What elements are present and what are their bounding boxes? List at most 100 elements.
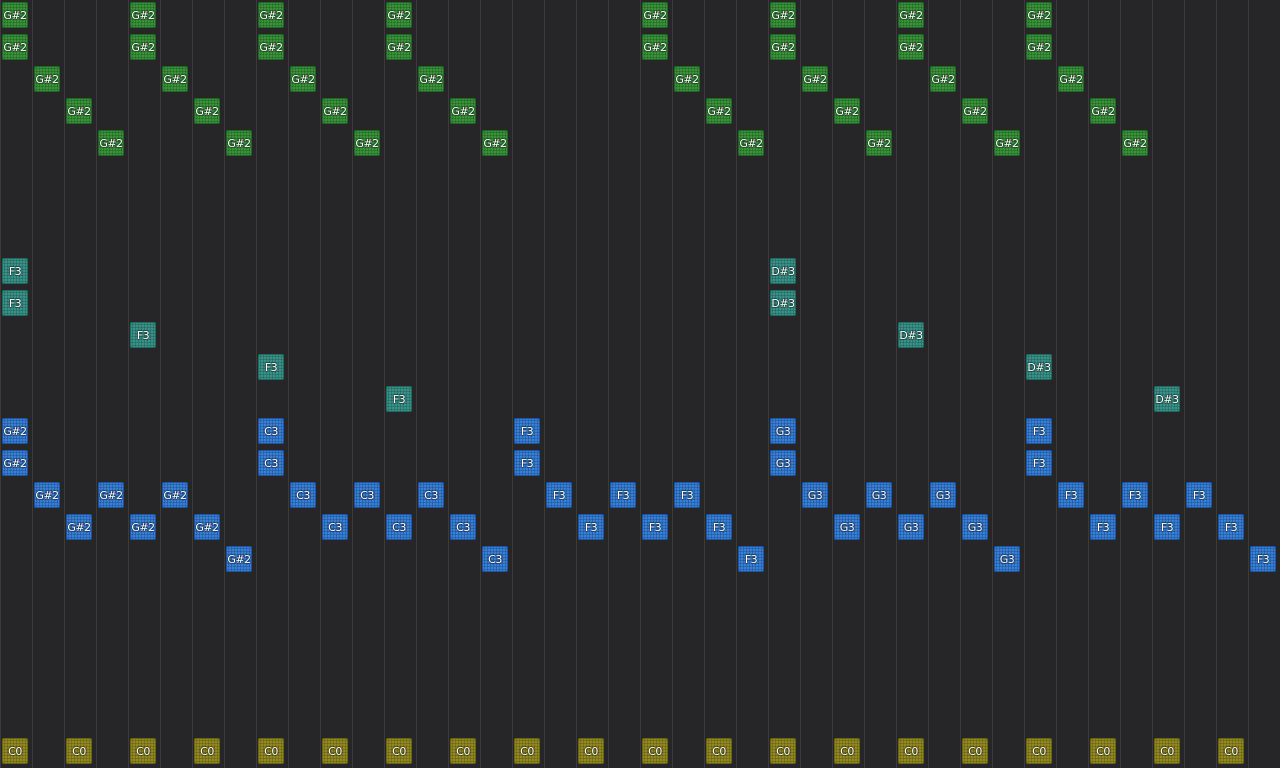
note-olive-step-18-row-23[interactable]: C0 (578, 738, 604, 764)
note-teal-step-24-row-9[interactable]: D#3 (770, 290, 796, 316)
note-blue-step-24-row-14[interactable]: G3 (770, 450, 796, 476)
note-olive-step-6-row-23[interactable]: C0 (194, 738, 220, 764)
note-blue-step-26-row-16[interactable]: G3 (834, 514, 860, 540)
note-olive-step-8-row-23[interactable]: C0 (258, 738, 284, 764)
note-olive-step-2-row-23[interactable]: C0 (66, 738, 92, 764)
note-teal-step-8-row-11[interactable]: F3 (258, 354, 284, 380)
note-blue-step-39-row-17[interactable]: F3 (1250, 546, 1276, 572)
note-blue-step-12-row-16[interactable]: C3 (386, 514, 412, 540)
note-blue-step-9-row-15[interactable]: C3 (290, 482, 316, 508)
note-teal-step-28-row-10[interactable]: D#3 (898, 322, 924, 348)
note-blue-step-5-row-15[interactable]: G#2 (162, 482, 188, 508)
note-olive-step-20-row-23[interactable]: C0 (642, 738, 668, 764)
note-olive-step-4-row-23[interactable]: C0 (130, 738, 156, 764)
note-green-step-28-row-0[interactable]: G#2 (898, 2, 924, 28)
note-blue-step-10-row-16[interactable]: C3 (322, 514, 348, 540)
note-blue-step-27-row-15[interactable]: G3 (866, 482, 892, 508)
note-blue-step-32-row-14[interactable]: F3 (1026, 450, 1052, 476)
note-green-step-29-row-2[interactable]: G#2 (930, 66, 956, 92)
note-green-step-4-row-1[interactable]: G#2 (130, 34, 156, 60)
note-teal-step-32-row-11[interactable]: D#3 (1026, 354, 1052, 380)
note-olive-step-22-row-23[interactable]: C0 (706, 738, 732, 764)
note-blue-step-18-row-16[interactable]: F3 (578, 514, 604, 540)
note-blue-step-14-row-16[interactable]: C3 (450, 514, 476, 540)
note-teal-step-36-row-12[interactable]: D#3 (1154, 386, 1180, 412)
note-blue-step-24-row-13[interactable]: G3 (770, 418, 796, 444)
note-blue-step-29-row-15[interactable]: G3 (930, 482, 956, 508)
note-green-step-3-row-4[interactable]: G#2 (98, 130, 124, 156)
note-olive-step-32-row-23[interactable]: C0 (1026, 738, 1052, 764)
note-green-step-1-row-2[interactable]: G#2 (34, 66, 60, 92)
note-olive-step-26-row-23[interactable]: C0 (834, 738, 860, 764)
note-blue-step-20-row-16[interactable]: F3 (642, 514, 668, 540)
note-blue-step-25-row-15[interactable]: G3 (802, 482, 828, 508)
note-blue-step-34-row-16[interactable]: F3 (1090, 514, 1116, 540)
note-green-step-35-row-4[interactable]: G#2 (1122, 130, 1148, 156)
note-olive-step-38-row-23[interactable]: C0 (1218, 738, 1244, 764)
note-blue-step-33-row-15[interactable]: F3 (1058, 482, 1084, 508)
note-blue-step-0-row-14[interactable]: G#2 (2, 450, 28, 476)
note-blue-step-21-row-15[interactable]: F3 (674, 482, 700, 508)
note-green-step-13-row-2[interactable]: G#2 (418, 66, 444, 92)
note-blue-step-16-row-13[interactable]: F3 (514, 418, 540, 444)
note-blue-step-4-row-16[interactable]: G#2 (130, 514, 156, 540)
note-olive-step-14-row-23[interactable]: C0 (450, 738, 476, 764)
note-green-step-31-row-4[interactable]: G#2 (994, 130, 1020, 156)
note-green-step-20-row-1[interactable]: G#2 (642, 34, 668, 60)
note-olive-step-36-row-23[interactable]: C0 (1154, 738, 1180, 764)
note-blue-step-19-row-15[interactable]: F3 (610, 482, 636, 508)
note-green-step-32-row-0[interactable]: G#2 (1026, 2, 1052, 28)
note-blue-step-38-row-16[interactable]: F3 (1218, 514, 1244, 540)
note-green-step-12-row-1[interactable]: G#2 (386, 34, 412, 60)
note-blue-step-30-row-16[interactable]: G3 (962, 514, 988, 540)
note-blue-step-36-row-16[interactable]: F3 (1154, 514, 1180, 540)
note-green-step-0-row-0[interactable]: G#2 (2, 2, 28, 28)
note-green-step-2-row-3[interactable]: G#2 (66, 98, 92, 124)
note-olive-step-28-row-23[interactable]: C0 (898, 738, 924, 764)
note-blue-step-22-row-16[interactable]: F3 (706, 514, 732, 540)
note-blue-step-28-row-16[interactable]: G3 (898, 514, 924, 540)
note-blue-step-17-row-15[interactable]: F3 (546, 482, 572, 508)
note-green-step-4-row-0[interactable]: G#2 (130, 2, 156, 28)
note-green-step-11-row-4[interactable]: G#2 (354, 130, 380, 156)
note-green-step-8-row-0[interactable]: G#2 (258, 2, 284, 28)
note-green-step-14-row-3[interactable]: G#2 (450, 98, 476, 124)
note-olive-step-12-row-23[interactable]: C0 (386, 738, 412, 764)
note-green-step-24-row-1[interactable]: G#2 (770, 34, 796, 60)
note-green-step-5-row-2[interactable]: G#2 (162, 66, 188, 92)
note-olive-step-10-row-23[interactable]: C0 (322, 738, 348, 764)
note-olive-step-16-row-23[interactable]: C0 (514, 738, 540, 764)
note-green-step-28-row-1[interactable]: G#2 (898, 34, 924, 60)
note-blue-step-37-row-15[interactable]: F3 (1186, 482, 1212, 508)
note-olive-step-24-row-23[interactable]: C0 (770, 738, 796, 764)
note-olive-step-34-row-23[interactable]: C0 (1090, 738, 1116, 764)
note-green-step-33-row-2[interactable]: G#2 (1058, 66, 1084, 92)
note-olive-step-30-row-23[interactable]: C0 (962, 738, 988, 764)
note-green-step-22-row-3[interactable]: G#2 (706, 98, 732, 124)
note-teal-step-12-row-12[interactable]: F3 (386, 386, 412, 412)
note-green-step-32-row-1[interactable]: G#2 (1026, 34, 1052, 60)
note-blue-step-23-row-17[interactable]: F3 (738, 546, 764, 572)
note-blue-step-7-row-17[interactable]: G#2 (226, 546, 252, 572)
note-blue-step-1-row-15[interactable]: G#2 (34, 482, 60, 508)
note-green-step-8-row-1[interactable]: G#2 (258, 34, 284, 60)
note-blue-step-2-row-16[interactable]: G#2 (66, 514, 92, 540)
note-blue-step-15-row-17[interactable]: C3 (482, 546, 508, 572)
note-green-step-15-row-4[interactable]: G#2 (482, 130, 508, 156)
note-blue-step-13-row-15[interactable]: C3 (418, 482, 444, 508)
note-blue-step-16-row-14[interactable]: F3 (514, 450, 540, 476)
note-green-step-26-row-3[interactable]: G#2 (834, 98, 860, 124)
note-blue-step-6-row-16[interactable]: G#2 (194, 514, 220, 540)
note-teal-step-0-row-9[interactable]: F3 (2, 290, 28, 316)
note-green-step-20-row-0[interactable]: G#2 (642, 2, 668, 28)
note-green-step-24-row-0[interactable]: G#2 (770, 2, 796, 28)
note-green-step-12-row-0[interactable]: G#2 (386, 2, 412, 28)
note-blue-step-32-row-13[interactable]: F3 (1026, 418, 1052, 444)
sequencer-grid[interactable]: G#2 G#2 G#2 G#2 G#2 G#2 G#2 G#2 G#2 G#2 G#2 G#2 G#2 G… (0, 0, 1280, 768)
note-green-step-21-row-2[interactable]: G#2 (674, 66, 700, 92)
note-blue-step-31-row-17[interactable]: G3 (994, 546, 1020, 572)
note-green-step-30-row-3[interactable]: G#2 (962, 98, 988, 124)
note-blue-step-8-row-14[interactable]: C3 (258, 450, 284, 476)
note-green-step-10-row-3[interactable]: G#2 (322, 98, 348, 124)
note-blue-step-11-row-15[interactable]: C3 (354, 482, 380, 508)
